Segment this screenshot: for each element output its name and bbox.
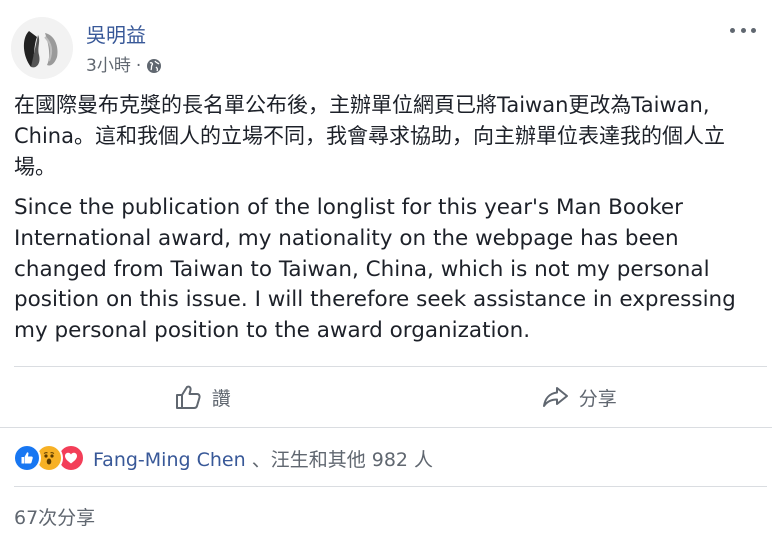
share-label: 分享 (578, 387, 617, 410)
avatar-image (11, 17, 73, 79)
more-options-icon[interactable] (730, 20, 756, 40)
post-text-chinese: 在國際曼布克獎的長名單公布後，主辦單位網頁已將Taiwan更改為Taiwan, … (14, 93, 725, 179)
facebook-post: 吳明益 3小時 · 在國際曼布克獎的長名單公布後，主辦單位網頁已將Taiwan更… (0, 0, 772, 545)
like-icon[interactable] (13, 444, 41, 472)
action-bar: 讚 分享 (14, 370, 767, 424)
reactor-name[interactable]: Fang-Ming Chen (93, 449, 246, 471)
post-time[interactable]: 3小時 (86, 55, 131, 77)
reactions-summary[interactable]: Fang-Ming Chen 、汪生和其他 982 人 (13, 443, 433, 473)
avatar[interactable] (11, 17, 73, 79)
like-label: 讚 (211, 387, 231, 410)
share-button[interactable]: 分享 (391, 370, 768, 424)
reaction-others[interactable]: 、汪生和其他 982 人 (252, 449, 433, 471)
divider-middle (0, 427, 772, 428)
like-button[interactable]: 讚 (14, 370, 391, 424)
post-meta: 3小時 · (86, 55, 162, 77)
meta-separator: · (135, 56, 142, 76)
share-count[interactable]: 67次分享 (14, 503, 95, 530)
author-name[interactable]: 吳明益 (86, 22, 146, 48)
share-arrow-icon (542, 387, 568, 407)
globe-icon[interactable] (146, 58, 162, 74)
divider-top (14, 366, 767, 367)
divider-bottom (14, 486, 767, 487)
reaction-names[interactable]: Fang-Ming Chen 、汪生和其他 982 人 (93, 445, 433, 472)
thumbs-up-icon (175, 385, 201, 409)
post-text-english: Since the publication of the longlist fo… (14, 195, 736, 344)
